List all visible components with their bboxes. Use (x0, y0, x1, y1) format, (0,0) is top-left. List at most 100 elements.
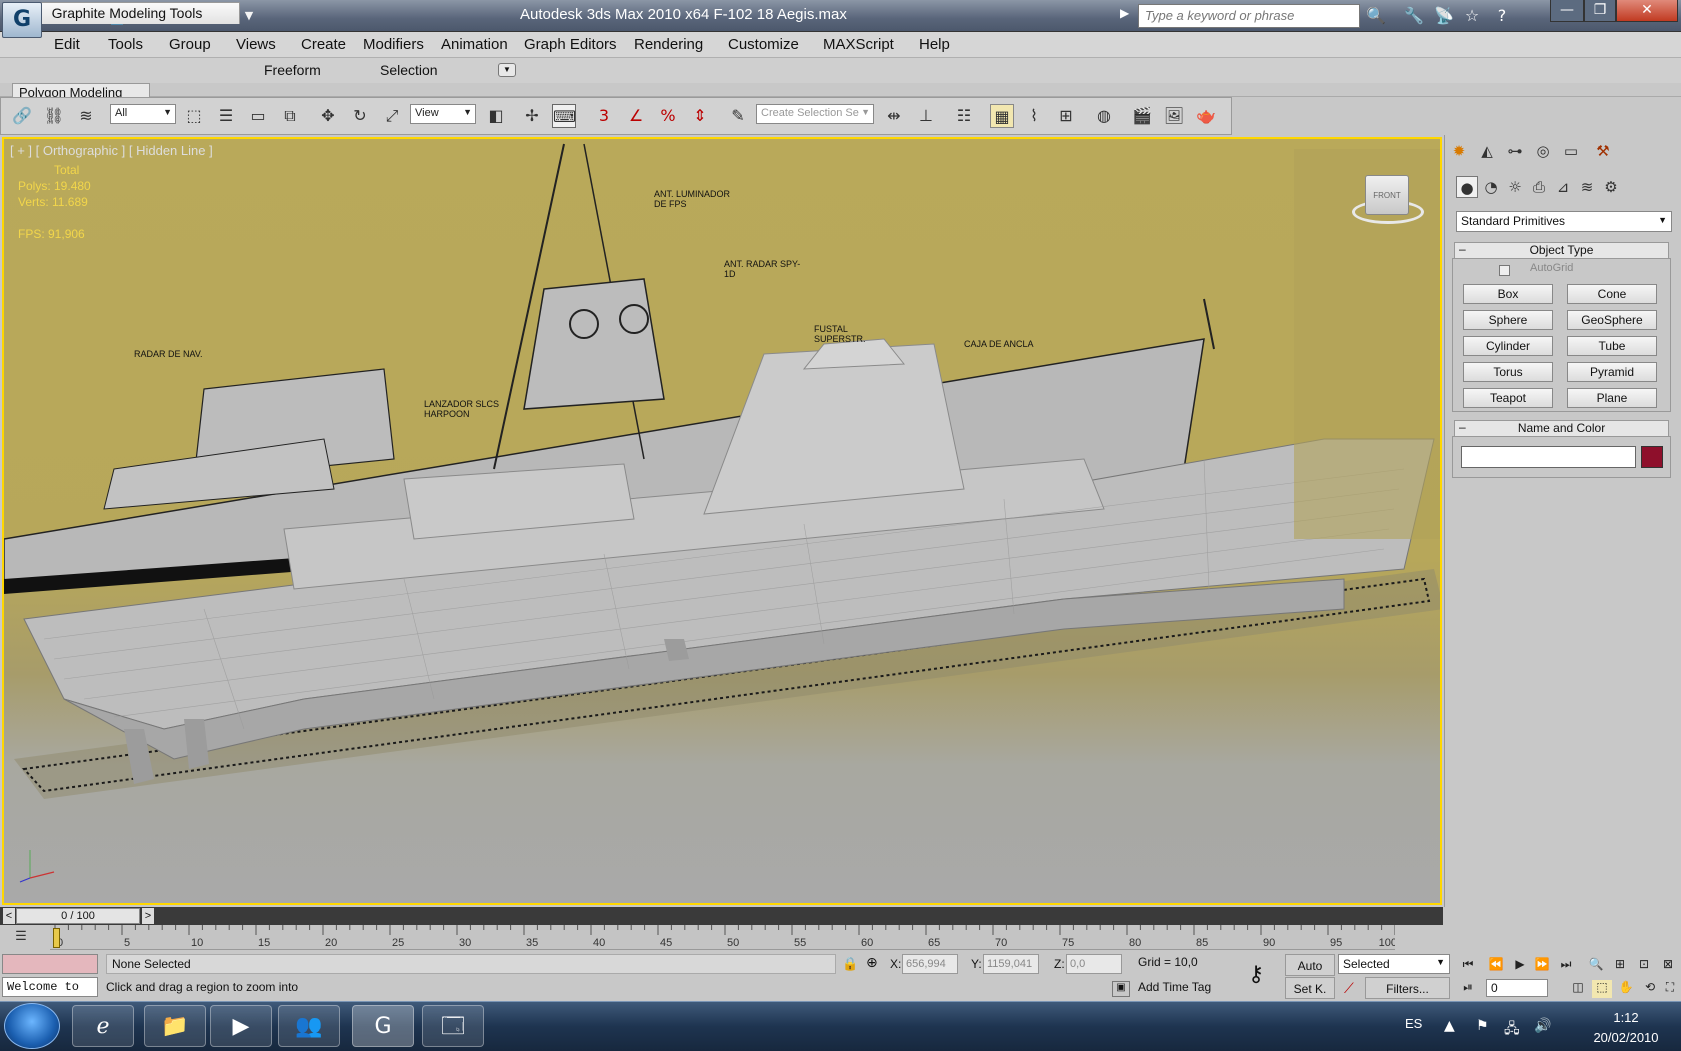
network-icon[interactable]: 🖧 (1504, 1018, 1520, 1042)
select-object-icon[interactable]: ⬚ (182, 104, 206, 128)
internet-explorer-icon[interactable]: ℯ (72, 1005, 134, 1047)
maxscript-listener-output[interactable]: Welcome to (2, 977, 98, 997)
shapes-category-icon[interactable]: ◔ (1480, 176, 1502, 198)
selection-lock-icon[interactable]: 🔒 (842, 956, 858, 972)
hierarchy-panel-icon[interactable]: ⊶ (1504, 140, 1526, 162)
absolute-offset-mode-icon[interactable]: ⊕ (866, 955, 878, 971)
bind-space-warp-icon[interactable]: ≋ (74, 104, 98, 128)
field-of-view-icon[interactable]: ◫ (1568, 980, 1588, 998)
menu-customize[interactable]: Customize (726, 36, 801, 53)
maxscript-mini-listener[interactable] (2, 954, 98, 974)
cameras-category-icon[interactable]: ⎙ (1528, 176, 1550, 198)
rendered-frame-window-icon[interactable]: 🖼 (1162, 104, 1186, 128)
teapot-button[interactable]: Teapot (1463, 388, 1553, 408)
primitive-type-dropdown[interactable]: Standard Primitives (1456, 211, 1672, 232)
zoom-region-icon[interactable]: ⬚ (1592, 980, 1612, 998)
cone-button[interactable]: Cone (1567, 284, 1657, 304)
align-icon[interactable]: ⊥ (914, 104, 938, 128)
language-indicator[interactable]: ES (1405, 1016, 1422, 1031)
menu-create[interactable]: Create (299, 36, 348, 53)
menu-help[interactable]: Help (917, 36, 952, 53)
torus-button[interactable]: Torus (1463, 362, 1553, 382)
orbit-icon[interactable]: ⟲ (1640, 980, 1660, 998)
polygon-modeling-panel[interactable]: Polygon Modeling (12, 83, 150, 97)
time-slider[interactable]: 0 / 100 (16, 908, 140, 924)
application-menu-button[interactable]: G (2, 2, 42, 38)
add-time-tag-button[interactable]: Add Time Tag (1138, 980, 1248, 994)
zoom-extents-all-icon[interactable]: ⊠ (1658, 957, 1678, 975)
previous-key-icon[interactable]: ⏪ (1486, 957, 1506, 975)
rectangular-selection-icon[interactable]: ▭ (246, 104, 270, 128)
sphere-button[interactable]: Sphere (1463, 310, 1553, 330)
go-to-start-icon[interactable]: ⏮ (1458, 957, 1478, 975)
menu-edit[interactable]: Edit (52, 36, 82, 53)
trackbar[interactable]: 0 5 10 15 20 25 30 35 40 45 50 55 60 65 70 75 80 85 90 95 10… (50, 925, 1395, 950)
zoom-extents-icon[interactable]: ⊡ (1634, 957, 1654, 975)
binoculars-search-icon[interactable]: 🔍 (1364, 5, 1388, 27)
volume-icon[interactable]: 🔊 (1534, 1018, 1551, 1034)
restore-icon[interactable]: ❐ (1584, 0, 1616, 22)
named-selection-set-dropdown[interactable]: Create Selection Se (756, 104, 874, 124)
subscription-icon[interactable]: 🔧 (1402, 5, 1426, 27)
maximize-viewport-icon[interactable]: ⛶ (1660, 980, 1680, 998)
key-filter-dropdown[interactable]: Selected (1338, 954, 1450, 974)
render-setup-icon[interactable]: 🎬 (1130, 104, 1154, 128)
spinner-snap-icon[interactable]: ⇕ (688, 104, 712, 128)
key-tangent-icon[interactable]: ⟋ (1344, 980, 1354, 997)
set-key-mode-icon[interactable]: ⚷ (1248, 962, 1264, 987)
angle-snap-icon[interactable]: ∠ (624, 104, 648, 128)
go-to-end-icon[interactable]: ⏭ (1556, 957, 1576, 975)
geometry-category-icon[interactable]: ● (1456, 176, 1478, 198)
window-crossing-icon[interactable]: ⧉ (278, 104, 302, 128)
utilities-panel-icon[interactable]: ⚒ (1592, 140, 1614, 162)
next-frame-button[interactable]: > (142, 908, 154, 924)
pyramid-button[interactable]: Pyramid (1567, 362, 1657, 382)
pivot-center-icon[interactable]: ◧ (484, 104, 508, 128)
menu-animation[interactable]: Animation (439, 36, 510, 53)
key-mode-toggle-icon[interactable]: ⏯ (1458, 980, 1478, 998)
desktop-window-icon[interactable]: 🗔 (422, 1005, 484, 1047)
show-hidden-icons[interactable]: ▲ (1444, 1018, 1455, 1034)
file-explorer-icon[interactable]: 📁 (144, 1005, 206, 1047)
graphite-toggle-icon[interactable]: ▦ (990, 104, 1014, 128)
keyboard-shortcut-override-icon[interactable]: ⌨ (552, 104, 576, 128)
quick-access-dropdown-icon[interactable]: ▼ (242, 5, 256, 27)
space-warps-category-icon[interactable]: ≋ (1576, 176, 1598, 198)
object-name-input[interactable] (1461, 446, 1636, 468)
help-icon[interactable]: ? (1490, 5, 1514, 27)
minimize-icon[interactable]: — (1550, 0, 1584, 22)
search-input[interactable]: Type a keyword or phrase (1138, 4, 1360, 28)
percent-snap-icon[interactable]: % (656, 104, 680, 128)
motion-panel-icon[interactable]: ◎ (1532, 140, 1554, 162)
play-icon[interactable]: ▶ (1510, 957, 1530, 975)
y-coordinate-field[interactable]: 1159,041 (983, 954, 1039, 974)
next-key-icon[interactable]: ⏩ (1532, 957, 1552, 975)
menu-group[interactable]: Group (167, 36, 213, 53)
helpers-category-icon[interactable]: ⊿ (1552, 176, 1574, 198)
perspective-viewport[interactable]: [ + ] [ Orthographic ] [ Hidden Line ] T… (2, 137, 1442, 905)
menu-modifiers[interactable]: Modifiers (361, 36, 426, 53)
search-expand-icon[interactable]: ▶ (1120, 6, 1129, 20)
z-coordinate-field[interactable]: 0,0 (1066, 954, 1122, 974)
menu-graph-editors[interactable]: Graph Editors (522, 36, 619, 53)
viewport-label-menu[interactable]: [ + ] [ Orthographic ] [ Hidden Line ] (10, 143, 213, 158)
tube-button[interactable]: Tube (1567, 336, 1657, 356)
create-panel-icon[interactable]: ✹ (1448, 140, 1470, 162)
curve-editor-icon[interactable]: ⌇ (1022, 104, 1046, 128)
edit-named-selection-icon[interactable]: ✎ (726, 104, 750, 128)
mirror-icon[interactable]: ⇹ (882, 104, 906, 128)
system-clock[interactable]: 1:12 20/02/2010 (1578, 1008, 1674, 1048)
material-editor-icon[interactable]: ◍ (1092, 104, 1116, 128)
render-production-icon[interactable]: 🫖 (1194, 104, 1218, 128)
object-type-rollout-header[interactable]: – Object Type (1454, 242, 1669, 259)
zoom-all-icon[interactable]: ⊞ (1610, 957, 1630, 975)
x-coordinate-field[interactable]: 656,994 (902, 954, 958, 974)
object-color-swatch[interactable] (1641, 446, 1663, 468)
set-key-button[interactable]: Set K. (1285, 977, 1335, 999)
layer-manager-icon[interactable]: ☷ (952, 104, 976, 128)
menu-rendering[interactable]: Rendering (632, 36, 705, 53)
menu-views[interactable]: Views (234, 36, 278, 53)
select-and-rotate-icon[interactable]: ↻ (348, 104, 372, 128)
autogrid-checkbox[interactable] (1499, 265, 1510, 276)
systems-category-icon[interactable]: ⚙ (1600, 176, 1622, 198)
